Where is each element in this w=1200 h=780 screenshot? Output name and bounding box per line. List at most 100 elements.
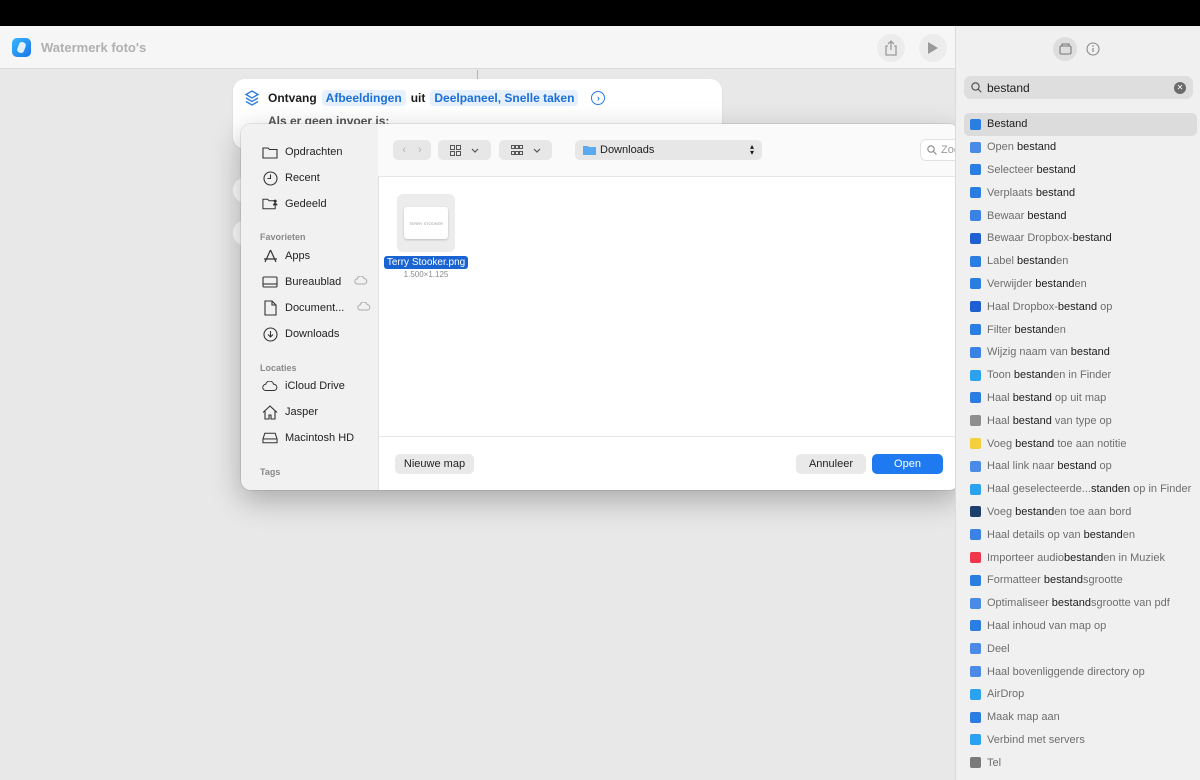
group-mode-selector[interactable] <box>499 140 552 160</box>
downloads-icon <box>262 326 278 342</box>
folder-icon <box>583 146 596 155</box>
library-results-list: Bestand Open bestand Selecteer bestand Verp… <box>964 113 1197 774</box>
sidebar-item-jasper[interactable]: Jasper <box>262 402 318 422</box>
library-item[interactable]: Open bestand <box>964 136 1197 159</box>
input-types-token[interactable]: Afbeeldingen <box>321 90 406 106</box>
chevron-down-icon <box>471 148 479 153</box>
expand-arrow-icon[interactable]: › <box>591 91 606 105</box>
sidebar-heading-favorites: Favorieten <box>260 232 306 242</box>
forward-icon[interactable]: › <box>418 144 422 156</box>
library-item[interactable]: Maak map aan <box>964 706 1197 729</box>
group-grid-icon <box>510 144 523 155</box>
action-from-word: uit <box>410 91 426 105</box>
library-search-value: bestand <box>987 80 1030 95</box>
location-popup[interactable]: Downloads ▴ ▾ <box>575 140 762 160</box>
sidebar-item-macintosh-hd[interactable]: Macintosh HD <box>262 428 354 448</box>
info-icon <box>1086 42 1100 56</box>
action-library-panel: bestand ✕ Bestand Open bestand Selecteer b… <box>955 26 1200 780</box>
library-item[interactable]: Bewaar bestand <box>964 204 1197 227</box>
sidebar-item-downloads[interactable]: Downloads <box>262 324 339 344</box>
sidebar-item-bureaublad[interactable]: Bureaublad <box>262 272 368 292</box>
shortcut-title[interactable]: Watermerk foto's <box>41 40 146 55</box>
share-button[interactable] <box>877 34 905 62</box>
back-icon[interactable]: ‹ <box>402 144 406 156</box>
clear-search-icon[interactable]: ✕ <box>1174 81 1186 94</box>
sources-token[interactable]: Deelpaneel, Snelle taken <box>430 90 579 106</box>
library-item[interactable]: Filter bestanden <box>964 318 1197 341</box>
cancel-button[interactable]: Annuleer <box>796 454 866 474</box>
library-item[interactable]: Toon bestanden in Finder <box>964 364 1197 387</box>
sidebar-heading-locations: Locaties <box>260 363 297 373</box>
file-item[interactable]: TERRY STOOKER Terry Stooker.png 1.500×1.… <box>383 194 469 279</box>
library-item[interactable]: Verbind met servers <box>964 729 1197 752</box>
action-icon <box>970 711 981 723</box>
library-item-label: Tel <box>987 756 1002 769</box>
library-item[interactable]: Haal geselecteerde...standen op in Finde… <box>964 478 1197 501</box>
library-item-label: Haal link naar bestand op <box>987 460 1112 473</box>
action-icon <box>970 552 981 564</box>
library-item-label: Wijzig naam van bestand <box>987 346 1110 359</box>
action-icon <box>970 255 981 267</box>
library-item-label: Haal details op van bestanden <box>987 528 1136 541</box>
library-tab-actions[interactable] <box>1053 37 1077 61</box>
sidebar-item-label: Gedeeld <box>285 198 327 210</box>
library-item[interactable]: Optimaliseer bestandsgrootte van pdf <box>964 592 1197 615</box>
library-item[interactable]: Haal bovenliggende directory op <box>964 660 1197 683</box>
library-item[interactable]: Haal Dropbox-bestand op <box>964 295 1197 318</box>
receive-action-header: Ontvang Afbeeldingen uit Deelpaneel, Sne… <box>243 89 606 107</box>
sidebar-item-gedeeld[interactable]: Gedeeld <box>262 194 327 214</box>
library-item[interactable]: Bewaar Dropbox-bestand <box>964 227 1197 250</box>
shared-folder-icon <box>262 196 278 212</box>
action-icon <box>970 118 981 130</box>
sidebar-item-apps[interactable]: Apps <box>262 246 310 266</box>
library-item[interactable]: Haal details op van bestanden <box>964 523 1197 546</box>
sidebar-item-label: Downloads <box>285 328 340 340</box>
file-thumbnail: TERRY STOOKER <box>397 194 455 252</box>
new-folder-button[interactable]: Nieuwe map <box>395 454 474 474</box>
library-item[interactable]: Bestand <box>964 113 1197 136</box>
file-thumbnail-image: TERRY STOOKER <box>404 207 448 239</box>
library-item[interactable]: Haal bestand op uit map <box>964 387 1197 410</box>
library-item[interactable]: Label bestanden <box>964 250 1197 273</box>
library-item[interactable]: Tel <box>964 751 1197 774</box>
action-icon <box>970 620 981 632</box>
library-item[interactable]: Selecteer bestand <box>964 159 1197 182</box>
library-item[interactable]: Haal inhoud van map op <box>964 615 1197 638</box>
library-item-label: Deel <box>987 642 1010 655</box>
icloud-status-icon <box>357 301 371 314</box>
library-item[interactable]: Verwijder bestanden <box>964 273 1197 296</box>
cloud-icon <box>262 378 278 394</box>
action-icon <box>970 369 981 381</box>
play-icon <box>928 42 938 54</box>
share-icon <box>885 40 897 56</box>
action-icon <box>970 324 981 336</box>
library-item-label: Importeer audiobestanden in Muziek <box>987 551 1165 564</box>
library-item[interactable]: Voeg bestand toe aan notitie <box>964 432 1197 455</box>
action-icon <box>970 688 981 700</box>
sidebar-item-recent[interactable]: Recent <box>262 168 320 188</box>
search-icon <box>971 82 982 93</box>
action-icon <box>970 210 981 222</box>
library-item[interactable]: Haal bestand van type op <box>964 409 1197 432</box>
library-item[interactable]: Voeg bestanden toe aan bord <box>964 501 1197 524</box>
library-item[interactable]: Haal link naar bestand op <box>964 455 1197 478</box>
sidebar-item-documenten[interactable]: Document... <box>262 298 371 318</box>
open-button[interactable]: Open <box>872 454 943 474</box>
library-item[interactable]: Importeer audiobestanden in Muziek <box>964 546 1197 569</box>
view-mode-selector[interactable] <box>438 140 491 160</box>
library-item[interactable]: Wijzig naam van bestand <box>964 341 1197 364</box>
library-item[interactable]: Formatteer bestandsgrootte <box>964 569 1197 592</box>
sidebar-item-label: Bureaublad <box>285 276 342 288</box>
library-item-label: Haal inhoud van map op <box>987 619 1107 632</box>
run-button[interactable] <box>919 34 947 62</box>
sidebar-item-opdrachten[interactable]: Opdrachten <box>262 142 342 162</box>
library-item[interactable]: Verplaats bestand <box>964 181 1197 204</box>
library-search-input[interactable]: bestand ✕ <box>964 76 1193 99</box>
library-tab-info[interactable] <box>1081 37 1105 61</box>
dialog-search[interactable]: Zoek <box>920 139 959 161</box>
library-item[interactable]: AirDrop <box>964 683 1197 706</box>
action-icon <box>970 232 981 244</box>
folder-icon <box>262 144 278 160</box>
sidebar-item-icloud-drive[interactable]: iCloud Drive <box>262 376 345 396</box>
library-item[interactable]: Deel <box>964 637 1197 660</box>
